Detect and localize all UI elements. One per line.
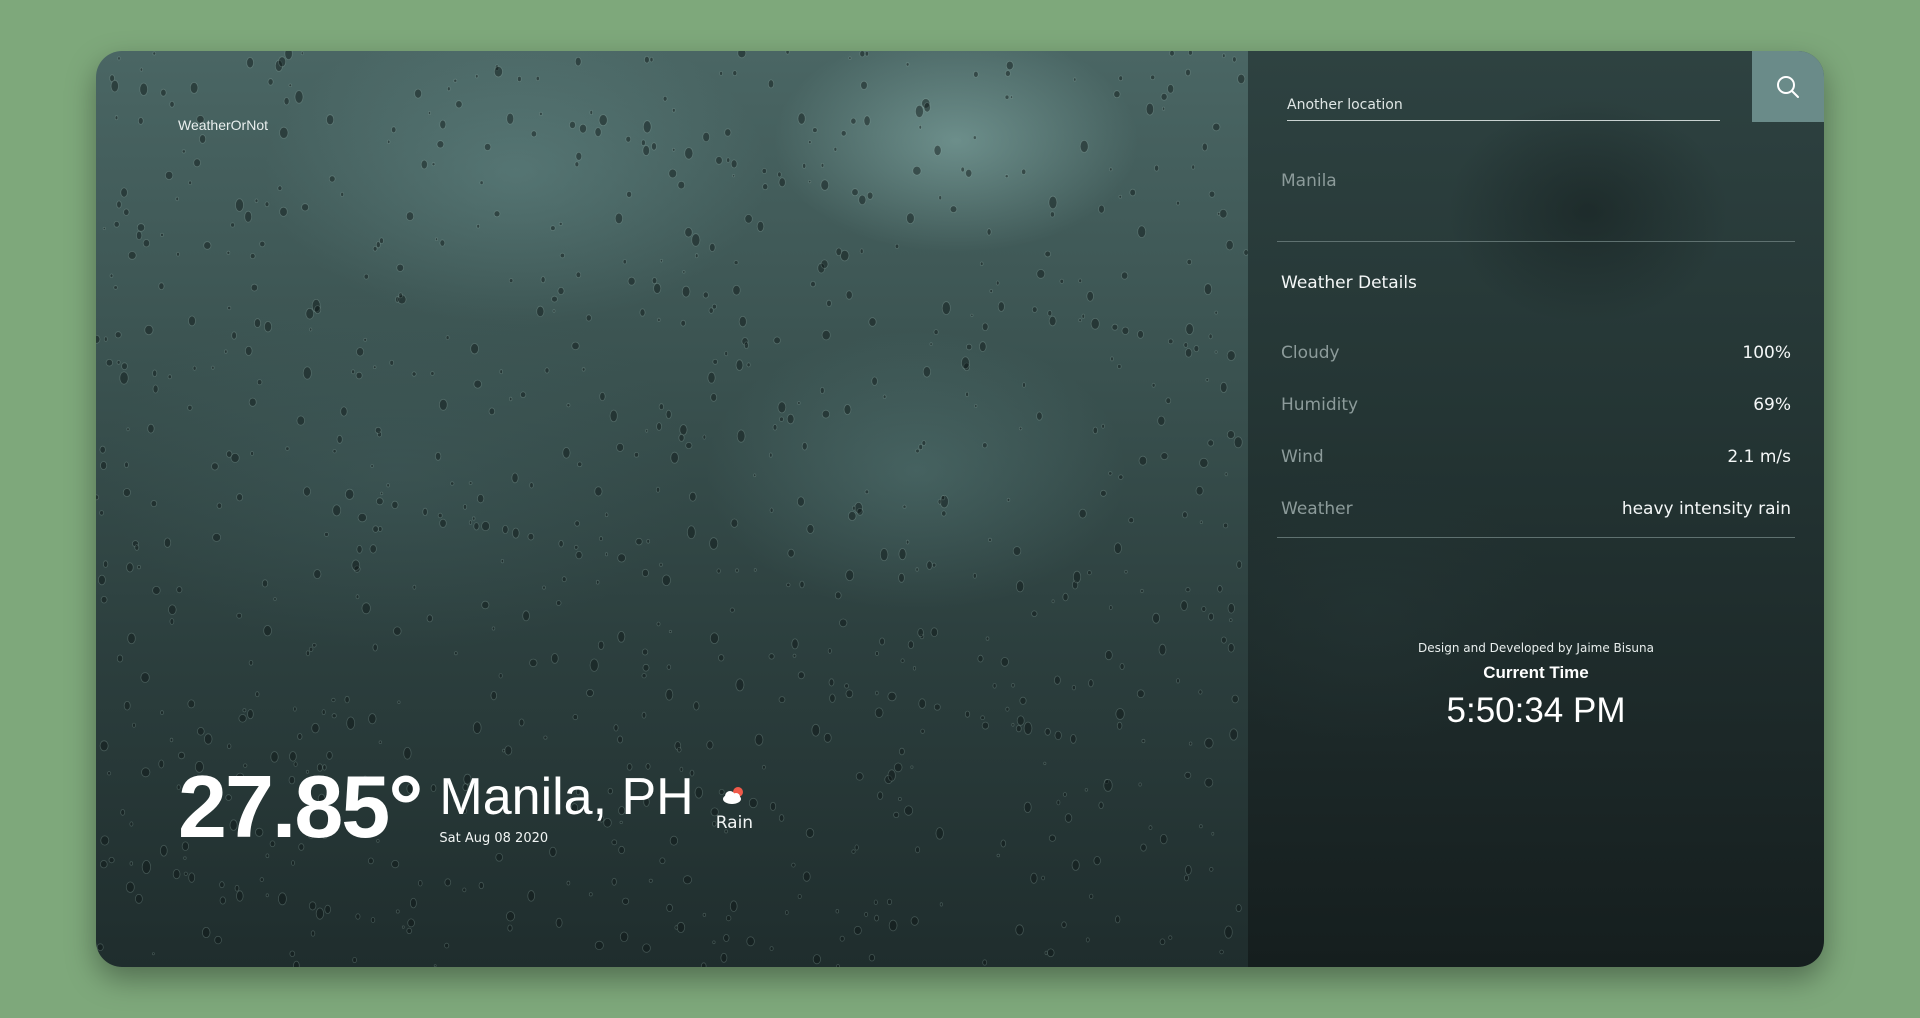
detail-value: 2.1 m/s (1727, 447, 1791, 467)
detail-value: heavy intensity rain (1621, 499, 1791, 519)
weather-details-title: Weather Details (1281, 273, 1417, 293)
location-block: Manila, PH Sat Aug 08 2020 (439, 771, 693, 846)
weather-card: WeatherOrNot 27.85° Manila, PH Sat Aug 0… (96, 51, 1824, 967)
condition-label: Rain (715, 813, 754, 833)
search-icon (1777, 75, 1799, 98)
temperature: 27.85° (178, 757, 423, 856)
developer-credit: Design and Developed by Jaime Bisuna (1418, 641, 1654, 655)
detail-value: 100% (1742, 343, 1791, 363)
current-weather-readout: 27.85° Manila, PH Sat Aug 08 2020 Rain (178, 763, 753, 851)
cloud-sun-icon (723, 787, 744, 804)
detail-row-humidity: Humidity 69% (1281, 395, 1791, 415)
details-panel: Manila Weather Details Cloudy 100% Humid… (1248, 51, 1824, 967)
detail-row-wind: Wind 2.1 m/s (1281, 447, 1791, 467)
detail-label: Wind (1281, 447, 1324, 467)
current-date: Sat Aug 08 2020 (439, 831, 549, 846)
brand-logo[interactable]: WeatherOrNot (178, 117, 268, 133)
current-time: 5:50:34 PM (1446, 691, 1626, 730)
location-search-input[interactable] (1287, 81, 1720, 121)
detail-label: Weather (1281, 499, 1353, 519)
detail-label: Humidity (1281, 395, 1359, 415)
detail-value: 69% (1753, 395, 1791, 415)
detail-row-weather: Weather heavy intensity rain (1281, 499, 1791, 519)
search-button[interactable] (1752, 51, 1824, 122)
detail-label: Cloudy (1281, 343, 1340, 363)
divider (1277, 537, 1795, 538)
recent-location-manila[interactable]: Manila (1281, 171, 1337, 191)
current-time-label: Current Time (1483, 663, 1589, 682)
panel-footer: Design and Developed by Jaime Bisuna Cur… (1248, 641, 1824, 731)
condition-block: Rain (716, 785, 753, 833)
detail-row-cloudy: Cloudy 100% (1281, 343, 1791, 363)
divider (1277, 241, 1795, 242)
city-name: Manila, PH (439, 768, 694, 826)
weather-hero: WeatherOrNot 27.85° Manila, PH Sat Aug 0… (96, 51, 1248, 967)
